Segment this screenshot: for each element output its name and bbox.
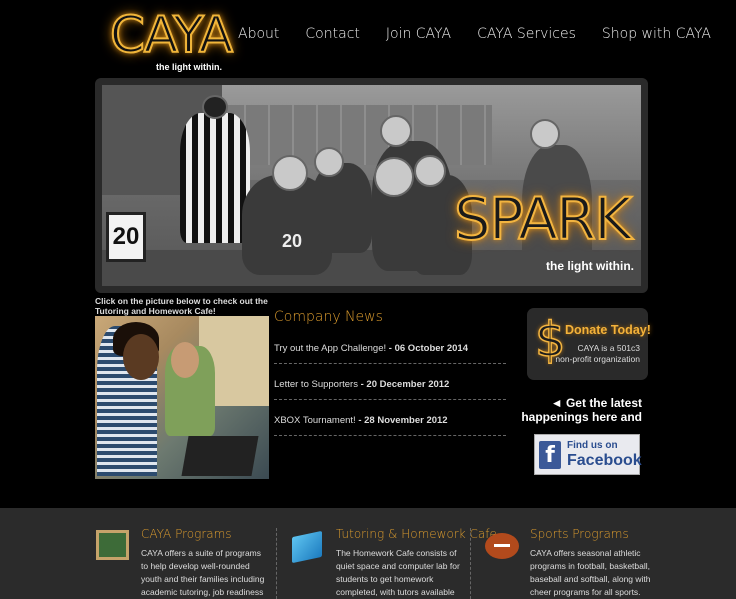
news-item-text: Letter to Supporters [274, 379, 358, 390]
company-news-title: Company News [274, 309, 383, 325]
main-nav: About Contact Join CAYA CAYA Services Sh… [238, 26, 736, 42]
donate-subtitle-2: non-profit organization [555, 354, 640, 364]
footer-divider [276, 528, 277, 599]
player-helmet [272, 155, 308, 191]
news-item[interactable]: Letter to Supporters - 20 December 2012 [274, 379, 506, 400]
facebook-label: Facebook [567, 452, 642, 469]
player-jersey-number: 20 [282, 231, 303, 251]
donate-button[interactable]: $ Donate Today! CAYA is a 501c3 non-prof… [527, 308, 651, 380]
footer-title[interactable]: Sports Programs [530, 527, 655, 541]
happenings-line-1: ◄ Get the latest [550, 396, 642, 410]
happenings-text: ◄ Get the latest happenings here and [521, 396, 642, 424]
donate-title: Donate Today! [565, 323, 651, 337]
footer-divider [470, 528, 471, 599]
photo-laptop [181, 436, 259, 476]
news-item-text: XBOX Tournament! [274, 415, 356, 426]
cafe-caption: Click on the picture below to check out … [95, 296, 268, 316]
nav-caya-services[interactable]: CAYA Services [477, 26, 576, 42]
site-logo[interactable]: CAYA the light within. [104, 4, 234, 74]
facebook-button[interactable]: f Find us on Facebook [534, 434, 642, 475]
nav-shop-with-caya[interactable]: Shop with CAYA [602, 26, 711, 42]
photo-student-face [123, 334, 159, 380]
referee-figure [180, 113, 250, 243]
news-item[interactable]: Try out the App Challenge! - 06 October … [274, 343, 506, 364]
happenings-line-2: happenings here and [521, 410, 642, 424]
player-helmet [314, 147, 344, 177]
player-helmet [380, 115, 412, 147]
nav-join-caya[interactable]: Join CAYA [386, 26, 451, 42]
logo-tagline: the light within. [156, 62, 222, 72]
news-item-date: 06 October 2014 [394, 343, 468, 354]
banner-tagline: the light within. [546, 259, 634, 273]
footer-col-homework-cafe: Tutoring & Homework Cafe The Homework Ca… [336, 527, 497, 599]
referee-cap [202, 95, 228, 119]
banner-fence [222, 105, 492, 165]
footer-col-caya-programs: CAYA Programs CAYA offers a suite of pro… [141, 527, 266, 599]
news-item-date: 20 December 2012 [366, 379, 450, 390]
news-item[interactable]: XBOX Tournament! - 28 November 2012 [274, 415, 506, 436]
footer-body: The Homework Cafe consists of quiet spac… [336, 548, 460, 597]
footer-body: CAYA offers seasonal athletic programs i… [530, 548, 651, 597]
facebook-find-us: Find us on [567, 440, 618, 451]
football-icon [485, 533, 519, 559]
nav-about[interactable]: About [238, 26, 279, 42]
player-helmet [530, 119, 560, 149]
news-item-text: Try out the App Challenge! [274, 343, 387, 354]
donate-subtitle-1: CAYA is a 501c3 [577, 343, 640, 353]
logo-text: CAYA [109, 5, 234, 65]
player-figure [312, 163, 372, 253]
player-helmet [414, 155, 446, 187]
news-item-date: 28 November 2012 [364, 415, 448, 426]
footer-title[interactable]: Tutoring & Homework Cafe [336, 527, 497, 541]
photo-student-face [171, 342, 199, 378]
footer-col-sports-programs: Sports Programs CAYA offers seasonal ath… [530, 527, 655, 599]
footer-body: CAYA offers a suite of programs to help … [141, 548, 265, 597]
footer-title[interactable]: CAYA Programs [141, 527, 266, 541]
chalkboard-icon [96, 530, 129, 560]
banner-headline: SPARK [453, 184, 633, 254]
player-helmet [374, 157, 414, 197]
nav-contact[interactable]: Contact [305, 26, 359, 42]
homework-cafe-photo[interactable] [95, 316, 269, 479]
hero-banner[interactable]: 20 20 SPARK the light within. [102, 85, 641, 286]
scoreboard: 20 [106, 212, 146, 262]
facebook-icon: f [539, 441, 561, 469]
